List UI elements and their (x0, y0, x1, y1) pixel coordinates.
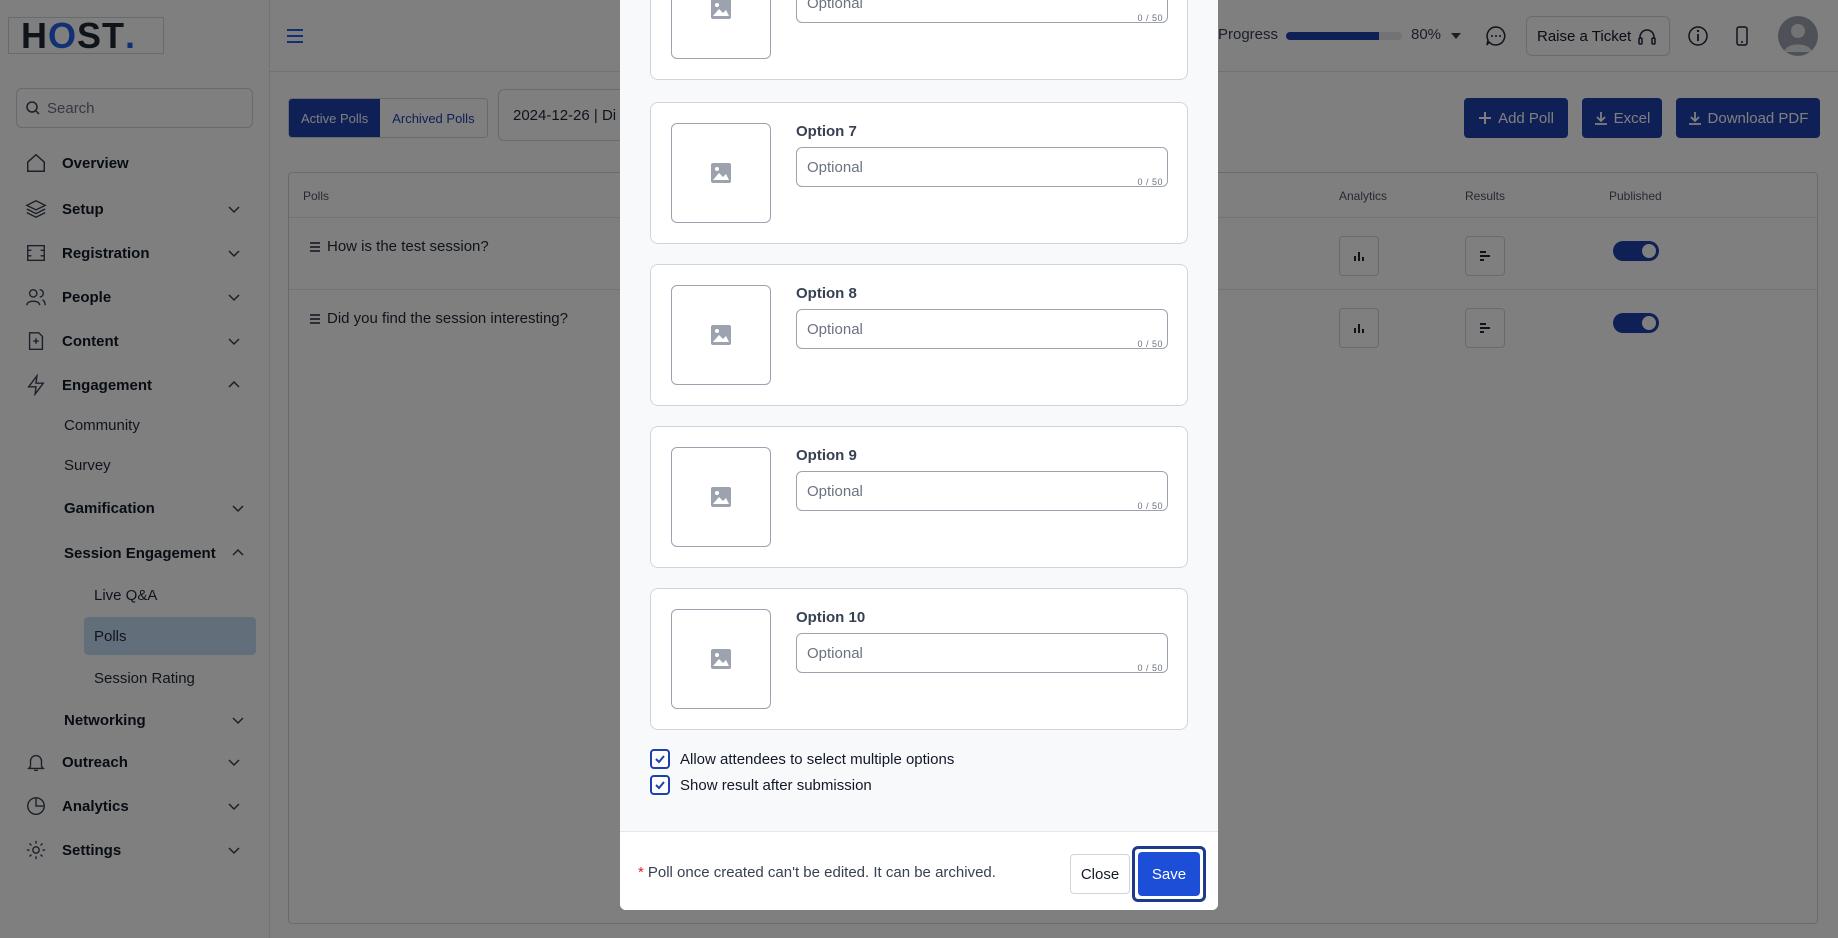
image-icon (711, 325, 731, 345)
option-char-count: 0 / 50 (1137, 177, 1163, 187)
poll-option-card: Option 7 0 / 50 (650, 102, 1188, 244)
option-image-upload[interactable] (671, 447, 771, 547)
checkmark-icon (655, 755, 665, 764)
image-icon (711, 0, 731, 19)
option-input[interactable] (796, 633, 1168, 673)
option-image-upload[interactable] (671, 0, 771, 59)
option-label: Option 7 (796, 123, 857, 140)
show-result-label: Show result after submission (680, 776, 872, 794)
modal-footer: * Poll once created can't be edited. It c… (620, 831, 1218, 910)
option-label: Option 10 (796, 609, 866, 626)
option-label: Option 8 (796, 285, 857, 302)
option-char-count: 0 / 50 (1137, 501, 1163, 511)
poll-option-card: Option 9 0 / 50 (650, 426, 1188, 568)
allow-multiple-option[interactable]: Allow attendees to select multiple optio… (650, 749, 954, 769)
option-image-upload[interactable] (671, 285, 771, 385)
edit-warning-note: * Poll once created can't be edited. It c… (638, 864, 996, 881)
option-label: Option 9 (796, 447, 857, 464)
checkmark-icon (655, 781, 665, 790)
option-char-count: 0 / 50 (1137, 663, 1163, 673)
save-label: Save (1151, 865, 1187, 883)
image-icon (711, 649, 731, 669)
poll-option-card: Option 10 0 / 50 (650, 588, 1188, 730)
allow-multiple-checkbox[interactable] (650, 749, 670, 769)
option-image-upload[interactable] (671, 609, 771, 709)
image-icon (711, 163, 731, 183)
option-char-count: 0 / 50 (1137, 13, 1163, 23)
option-image-upload[interactable] (671, 123, 771, 223)
show-result-checkbox[interactable] (650, 775, 670, 795)
close-button[interactable]: Close (1070, 854, 1130, 894)
option-input[interactable] (796, 0, 1168, 23)
show-result-option[interactable]: Show result after submission (650, 775, 872, 795)
image-icon (711, 487, 731, 507)
required-asterisk: * (638, 864, 644, 881)
save-button[interactable]: Save (1138, 852, 1200, 896)
option-input[interactable] (796, 147, 1168, 187)
option-char-count: 0 / 50 (1137, 339, 1163, 349)
poll-option-card: 0 / 50 (650, 0, 1188, 80)
poll-option-card: Option 8 0 / 50 (650, 264, 1188, 406)
save-button-focus-ring: Save (1132, 846, 1206, 902)
allow-multiple-label: Allow attendees to select multiple optio… (680, 750, 955, 768)
edit-warning-text: Poll once created can't be edited. It ca… (647, 864, 996, 881)
option-input[interactable] (796, 471, 1168, 511)
close-label: Close (1080, 865, 1120, 883)
option-input[interactable] (796, 309, 1168, 349)
create-poll-modal: 0 / 50 Option 7 0 / 50 Option 8 0 / 50 O… (620, 0, 1218, 910)
